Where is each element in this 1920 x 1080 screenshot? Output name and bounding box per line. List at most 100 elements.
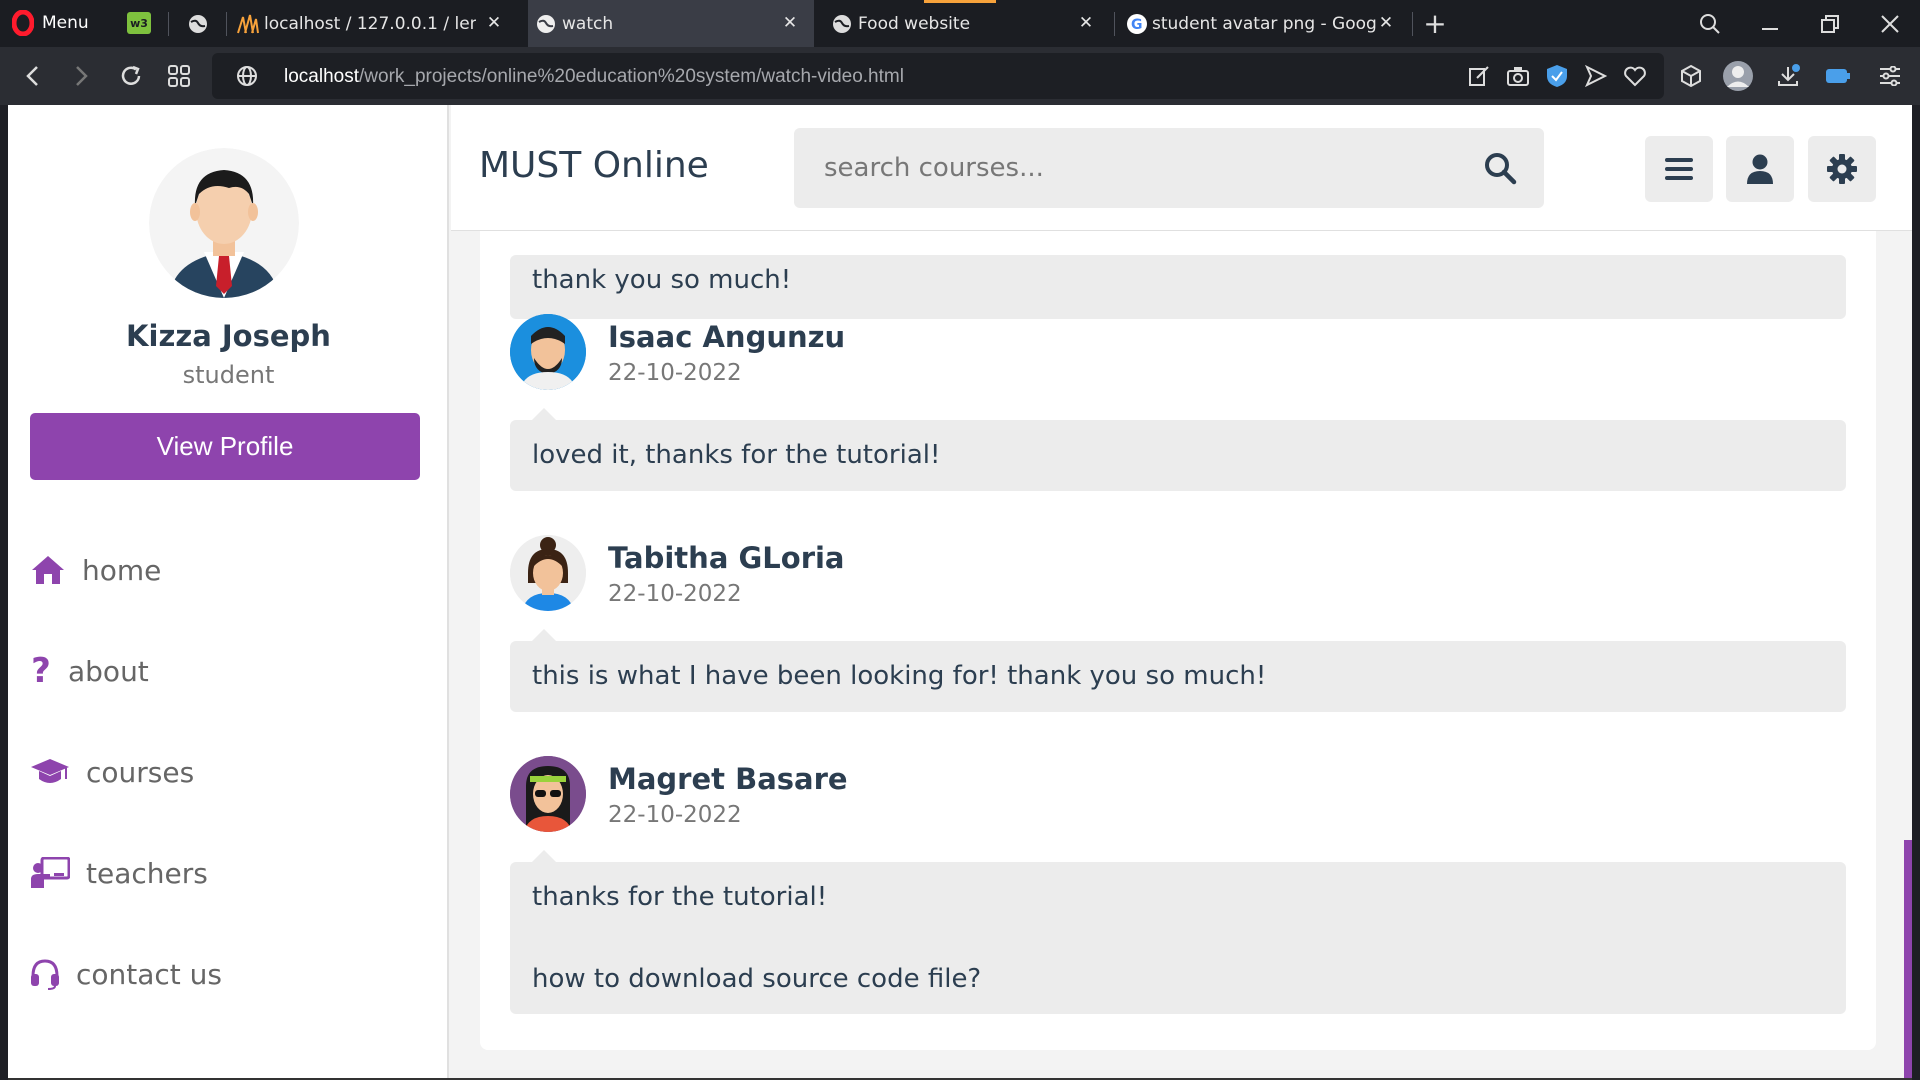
user-avatar-icon	[1723, 61, 1753, 91]
tab-separator	[168, 12, 169, 36]
home-icon	[30, 552, 66, 588]
shield-icon	[1547, 65, 1567, 87]
chalkboard-teacher-icon	[30, 855, 70, 891]
commenter-avatar	[510, 535, 586, 611]
tab-phpmyadmin[interactable]: localhost / 127.0.0.1 / leme ✕	[236, 0, 518, 47]
send-button[interactable]	[1581, 61, 1611, 91]
grid-icon	[168, 65, 190, 87]
url-host: localhost	[284, 66, 359, 87]
commenter-avatar	[510, 314, 586, 390]
screenshot-button[interactable]	[1503, 61, 1533, 91]
url-path: /work_projects/online%20education%20syst…	[359, 66, 904, 87]
tab-separator	[226, 12, 227, 36]
search-icon[interactable]	[1482, 150, 1518, 186]
tab-search-button[interactable]	[1680, 0, 1740, 47]
user-button[interactable]	[1726, 136, 1794, 202]
workspace-icon[interactable]: w3	[127, 12, 151, 34]
nav-item-courses[interactable]: courses	[30, 742, 430, 802]
opera-logo-icon	[12, 10, 34, 36]
tab-loading-indicator	[924, 0, 996, 3]
easy-setup-button[interactable]	[1875, 61, 1905, 91]
globe-icon	[189, 14, 207, 33]
url-field[interactable]: localhost/work_projects/online%20educati…	[212, 53, 1664, 99]
nav-item-home[interactable]: home	[30, 540, 430, 600]
tab-title: localhost / 127.0.0.1 / leme	[264, 13, 476, 34]
adblock-button[interactable]	[1542, 61, 1572, 91]
comment-text: thank you so much!	[532, 265, 792, 295]
close-window-button[interactable]	[1860, 0, 1920, 47]
question-icon: ?	[31, 651, 51, 691]
bookmark-button[interactable]	[1620, 61, 1650, 91]
student-name: Kizza Joseph	[126, 319, 331, 353]
tab-food-website[interactable]: Food website ✕	[824, 0, 1110, 47]
close-tab-icon[interactable]: ✕	[1374, 11, 1398, 35]
globe-icon	[537, 14, 555, 33]
profile-button[interactable]	[1722, 60, 1754, 92]
phpmyadmin-icon	[237, 14, 259, 33]
downloads-button[interactable]	[1773, 61, 1803, 91]
minimize-icon	[1762, 27, 1778, 30]
gear-icon	[1827, 154, 1857, 184]
google-icon: G	[1127, 13, 1147, 34]
search-input[interactable]	[824, 150, 1424, 186]
site-header: MUST Online	[451, 105, 1912, 231]
browser-address-bar: localhost/work_projects/online%20educati…	[0, 47, 1920, 105]
reload-icon	[121, 65, 141, 85]
nav-item-contact[interactable]: contact us	[30, 944, 430, 1004]
back-button[interactable]	[16, 59, 50, 93]
minimize-button[interactable]	[1740, 0, 1800, 47]
search-icon	[1700, 13, 1720, 34]
menu-button[interactable]	[1645, 136, 1713, 202]
tab-pinned-globe[interactable]	[180, 0, 216, 47]
arrow-right-icon	[76, 66, 88, 86]
comment-text: how to download source code file?	[532, 964, 982, 994]
speed-dial-button[interactable]	[162, 59, 196, 93]
headset-icon	[30, 956, 60, 992]
female-avatar-icon	[510, 535, 586, 611]
nav-item-about[interactable]: ? about	[30, 641, 430, 701]
male-avatar-icon	[510, 314, 586, 390]
opera-menu-button[interactable]: Menu	[12, 10, 89, 36]
tab-google-search[interactable]: G student avatar png - Googl ✕	[1122, 0, 1410, 47]
reload-button[interactable]	[114, 59, 148, 93]
comment-bubble: thank you so much!	[510, 255, 1846, 319]
comment-date: 22-10-2022	[608, 360, 742, 386]
close-tab-icon[interactable]: ✕	[482, 11, 506, 35]
new-tab-button[interactable]: +	[1420, 7, 1450, 40]
commenter-name: Magret Basare	[608, 762, 848, 796]
bars-icon	[1665, 158, 1693, 180]
tab-watch[interactable]: watch ✕	[528, 0, 814, 47]
side-bar: Kizza Joseph student View Profile home ?…	[8, 105, 449, 1078]
tab-separator	[1412, 12, 1413, 36]
battery-saver-button[interactable]	[1823, 61, 1853, 91]
bubble-pointer	[532, 408, 556, 420]
camera-icon	[1507, 67, 1529, 86]
site-logo[interactable]: MUST Online	[479, 145, 709, 186]
snap-button[interactable]	[1464, 61, 1494, 91]
settings-sliders-icon	[1880, 66, 1900, 86]
female-sunglasses-avatar-icon	[510, 756, 586, 832]
tab-title: watch	[562, 13, 614, 34]
nav-item-teachers[interactable]: teachers	[30, 843, 430, 903]
student-avatar	[149, 148, 299, 298]
close-tab-icon[interactable]: ✕	[778, 11, 802, 35]
nav-label: home	[82, 553, 162, 587]
close-tab-icon[interactable]: ✕	[1074, 11, 1098, 35]
nav-label: about	[68, 654, 149, 688]
battery-icon	[1826, 69, 1850, 83]
extensions-button[interactable]	[1676, 61, 1706, 91]
page-scrollbar-thumb[interactable]	[1904, 840, 1912, 1078]
nav-label: contact us	[76, 957, 223, 991]
globe-icon	[237, 66, 257, 86]
student-role: student	[182, 361, 275, 389]
bubble-pointer	[532, 850, 556, 862]
commenter-avatar	[510, 756, 586, 832]
settings-button[interactable]	[1808, 136, 1876, 202]
comment-date: 22-10-2022	[608, 802, 742, 828]
forward-button[interactable]	[64, 59, 98, 93]
restore-button[interactable]	[1800, 0, 1860, 47]
student-avatar-icon	[149, 148, 299, 298]
view-profile-button[interactable]: View Profile	[30, 413, 420, 480]
search-form	[794, 128, 1544, 208]
send-icon	[1585, 65, 1607, 87]
